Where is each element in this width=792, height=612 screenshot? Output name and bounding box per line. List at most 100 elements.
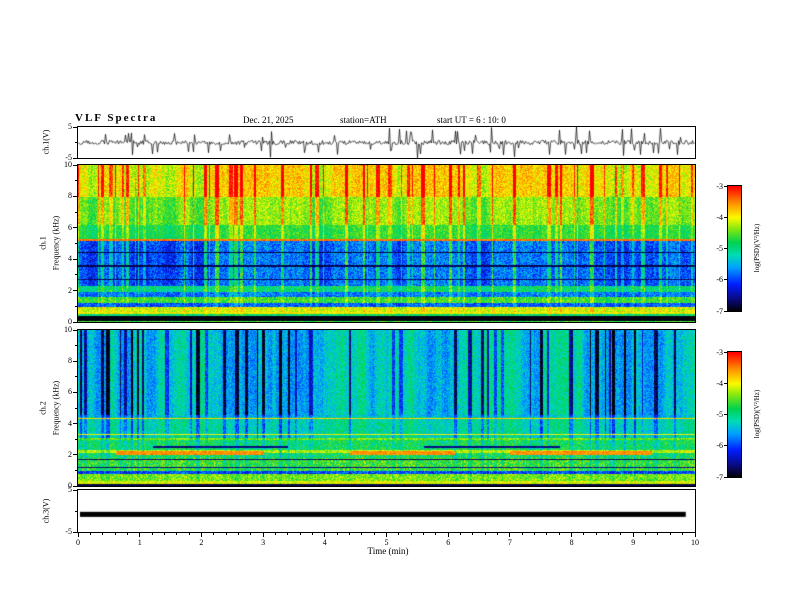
- x-minor-tick: [497, 532, 499, 535]
- ch1-spectrogram-canvas: [78, 165, 695, 322]
- y-minor-tick: [75, 305, 78, 307]
- x-axis-title: Time (min): [367, 546, 409, 556]
- x-minor-tick: [410, 532, 412, 535]
- y-tick-label: 2: [68, 449, 72, 459]
- y-minor-tick: [75, 407, 78, 409]
- x-tick: [262, 532, 264, 537]
- y-minor-tick: [75, 274, 78, 276]
- figure-title: VLF Spectra: [75, 112, 158, 124]
- x-minor-tick: [176, 532, 178, 535]
- ch3-ylabel: ch.3(V): [41, 498, 51, 524]
- colorbar-tick: [724, 185, 728, 187]
- ch3-waveform-panel: [77, 489, 696, 533]
- y-tick: [73, 485, 78, 487]
- y-minor-tick: [75, 243, 78, 244]
- x-minor-tick: [620, 532, 622, 535]
- x-minor-tick: [373, 532, 375, 535]
- x-minor-tick: [423, 532, 425, 535]
- x-minor-tick: [299, 532, 301, 535]
- x-minor-tick: [102, 532, 104, 535]
- x-minor-tick: [657, 532, 659, 535]
- x-tick-label: 7: [507, 538, 512, 547]
- ch3-waveform-canvas: [78, 490, 695, 532]
- colorbar-tick: [724, 445, 728, 447]
- x-tick-label: 5: [384, 538, 389, 547]
- y-minor-tick: [75, 142, 78, 143]
- x-tick-label: 9: [631, 538, 636, 547]
- x-tick: [386, 532, 387, 537]
- x-minor-tick: [250, 532, 252, 535]
- x-tick-label: 6: [446, 538, 451, 547]
- colorbar-tick-label: -5: [716, 410, 723, 419]
- colorbar-tick: [724, 414, 728, 415]
- y-tick-label: 2: [68, 285, 72, 295]
- x-minor-tick: [287, 532, 289, 535]
- y-tick: [73, 157, 78, 159]
- y-tick: [73, 454, 78, 456]
- colorbar-tick: [724, 310, 728, 312]
- y-tick: [73, 290, 78, 292]
- colorbar1-canvas: [728, 186, 741, 311]
- y-tick: [73, 126, 78, 128]
- x-tick-label: 0: [76, 538, 80, 547]
- x-tick-label: 10: [691, 538, 699, 547]
- y-tick-label: 8: [68, 356, 72, 366]
- y-tick: [73, 391, 78, 393]
- y-tick: [73, 195, 78, 197]
- colorbar-tick: [724, 476, 728, 478]
- x-minor-tick: [126, 532, 128, 535]
- x-minor-tick: [583, 532, 585, 535]
- x-tick-label: 1: [137, 538, 142, 547]
- y-tick-label: 8: [68, 191, 72, 201]
- y-minor-tick: [75, 469, 78, 471]
- x-minor-tick: [237, 532, 239, 535]
- spec2-channel-label: ch.2: [38, 401, 48, 415]
- y-tick: [73, 329, 78, 331]
- x-tick: [509, 532, 511, 537]
- x-minor-tick: [213, 532, 215, 535]
- y-tick: [73, 321, 78, 323]
- x-minor-tick: [460, 532, 462, 535]
- y-tick: [73, 360, 78, 362]
- ch1-waveform-canvas: [78, 127, 695, 158]
- colorbar-tick-label: -4: [716, 378, 723, 388]
- y-tick-label: 5: [68, 485, 72, 494]
- x-minor-tick: [472, 532, 474, 535]
- y-tick: [73, 164, 78, 166]
- start-ut-label: start UT = 6 : 10: 0: [437, 115, 506, 125]
- x-tick-label: 3: [261, 538, 266, 547]
- x-minor-tick: [595, 532, 597, 535]
- x-minor-tick: [225, 532, 227, 535]
- colorbar-tick-label: -7: [716, 472, 723, 482]
- colorbar1-panel: [727, 185, 742, 312]
- colorbar-tick: [724, 216, 728, 218]
- x-tick: [571, 532, 573, 537]
- x-tick-label: 4: [322, 538, 327, 547]
- x-minor-tick: [163, 532, 165, 535]
- y-tick-label: 10: [64, 160, 72, 169]
- y-tick-label: 4: [68, 254, 72, 264]
- colorbar-tick-label: -6: [716, 275, 723, 285]
- y-tick: [73, 489, 78, 491]
- ch1-wave-ylabel: ch.1(V): [41, 129, 51, 155]
- y-minor-tick: [75, 510, 78, 512]
- x-minor-tick: [188, 532, 190, 535]
- vlf-spectra-figure: VLF Spectra Dec. 21, 2025 station=ATH st…: [0, 0, 792, 612]
- x-minor-tick: [484, 532, 486, 535]
- colorbar-tick-label: -7: [716, 306, 723, 316]
- y-tick: [73, 423, 78, 425]
- colorbar2-unit-label: log(PSD)(V²/Hz): [753, 389, 761, 439]
- y-tick: [73, 258, 78, 260]
- colorbar-tick-label: -6: [716, 441, 723, 451]
- x-minor-tick: [114, 532, 116, 535]
- y-tick-label: -5: [65, 527, 72, 536]
- x-tick: [77, 532, 79, 537]
- ch2-spectrogram-panel: [77, 329, 696, 487]
- x-minor-tick: [311, 532, 313, 535]
- x-tick: [694, 532, 696, 537]
- x-minor-tick: [558, 532, 560, 535]
- y-tick-label: 6: [68, 222, 72, 232]
- colorbar-tick-label: -5: [716, 244, 723, 253]
- x-minor-tick: [546, 532, 548, 535]
- ch1-spectrogram-panel: [77, 164, 696, 323]
